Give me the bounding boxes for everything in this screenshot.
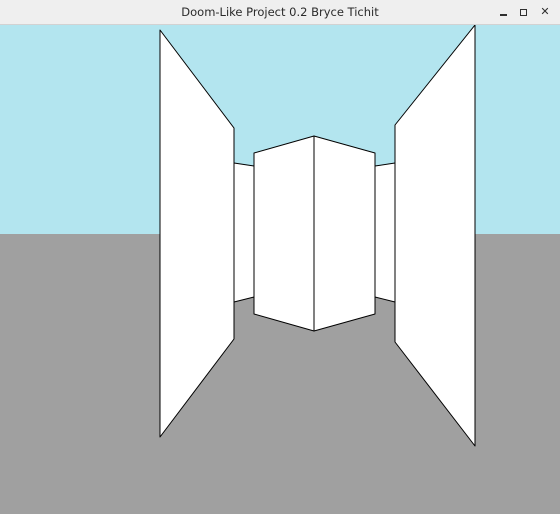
minimize-icon xyxy=(499,14,507,16)
close-button[interactable]: ✕ xyxy=(535,3,555,21)
maximize-icon xyxy=(519,8,527,16)
scene-canvas xyxy=(0,25,560,514)
window-title: Doom-Like Project 0.2 Bryce Tichit xyxy=(181,5,379,19)
back-wall-right xyxy=(374,162,396,303)
close-icon: ✕ xyxy=(540,5,550,18)
title-bar[interactable]: Doom-Like Project 0.2 Bryce Tichit ✕ xyxy=(0,0,560,25)
back-wall-left xyxy=(233,162,255,303)
game-viewport[interactable] xyxy=(0,25,560,514)
pillar-right-face xyxy=(313,135,376,332)
app-window: Doom-Like Project 0.2 Bryce Tichit ✕ xyxy=(0,0,560,514)
pillar-left-face xyxy=(253,135,315,332)
minimize-button[interactable] xyxy=(493,3,513,21)
maximize-button[interactable] xyxy=(513,3,533,21)
